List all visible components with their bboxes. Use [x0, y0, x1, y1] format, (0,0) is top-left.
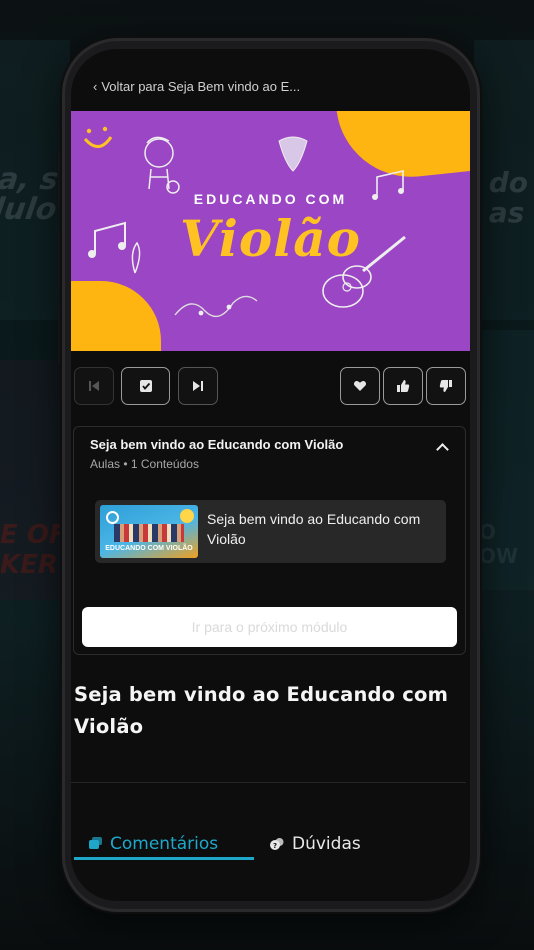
thumbs-up-icon	[397, 380, 410, 392]
previous-lesson-button[interactable]	[74, 367, 114, 405]
chevron-up-icon[interactable]	[436, 443, 449, 456]
thumbnail-caption: EDUCANDO COM VIOLÃO	[105, 545, 193, 552]
like-button[interactable]	[383, 367, 423, 405]
play-ring-icon	[106, 511, 119, 524]
skip-previous-icon	[89, 381, 99, 391]
favorite-button[interactable]	[340, 367, 380, 405]
lesson-heading: Seja bem vindo ao Educando com Violão	[74, 683, 449, 738]
top-bar: ‹ Voltar para Seja Bem vindo ao E...	[71, 49, 470, 111]
kid-drawing-icon	[144, 136, 180, 194]
next-module-button[interactable]: Ir para o próximo módulo	[82, 607, 457, 647]
course-banner[interactable]: EDUCANDO COM Violão	[71, 111, 470, 351]
heart-icon	[353, 381, 367, 391]
lesson-item[interactable]: EDUCANDO COM VIOLÃO Seja bem vindo ao Ed…	[95, 500, 446, 563]
module-panel: Seja bem vindo ao Educando com Violão Au…	[73, 426, 466, 655]
active-tab-indicator	[74, 857, 254, 860]
lesson-thumbnail: EDUCANDO COM VIOLÃO	[100, 505, 198, 558]
questions-icon: ?	[269, 836, 285, 852]
banner-subtitle: EDUCANDO COM	[193, 191, 348, 207]
banner-yellow-shape-bottom	[71, 281, 161, 351]
module-subtitle: Aulas • 1 Conteúdos	[90, 457, 199, 471]
tab-questions[interactable]: ? Dúvidas	[269, 825, 361, 863]
lesson-title: Seja bem vindo ao Educando com Violão	[207, 511, 421, 547]
check-icon	[139, 380, 152, 392]
tab-questions-label: Dúvidas	[292, 834, 361, 854]
background-text-right: do as	[488, 166, 528, 229]
guitar-pick-icon	[278, 136, 308, 172]
dislike-button[interactable]	[426, 367, 466, 405]
tab-comments-label: Comentários	[110, 834, 219, 854]
next-lesson-button[interactable]	[178, 367, 218, 405]
player-controls	[71, 367, 470, 407]
smiley-icon	[83, 126, 113, 148]
banner-title: Violão	[180, 209, 361, 268]
comments-icon	[87, 836, 103, 852]
back-link[interactable]: ‹ Voltar para Seja Bem vindo ao E...	[93, 79, 300, 94]
module-title: Seja bem vindo ao Educando com Violão	[90, 437, 344, 452]
back-link-label: Voltar para Seja Bem vindo ao E...	[101, 79, 301, 94]
notes-doodle-icon	[174, 295, 258, 318]
background-text-bottom-left: E OF KER	[0, 520, 67, 580]
divider	[71, 782, 466, 783]
thumbs-down-icon	[439, 380, 452, 392]
sun-icon	[180, 509, 194, 523]
background-text-bottom-right: O OW	[478, 520, 518, 568]
skip-next-icon	[193, 381, 203, 391]
chevron-left-icon: ‹	[93, 79, 98, 94]
people-illustration	[114, 524, 184, 542]
svg-text:?: ?	[273, 842, 277, 850]
mark-complete-button[interactable]	[121, 367, 170, 405]
app-screen: ‹ Voltar para Seja Bem vindo ao E... EDU…	[71, 49, 470, 901]
